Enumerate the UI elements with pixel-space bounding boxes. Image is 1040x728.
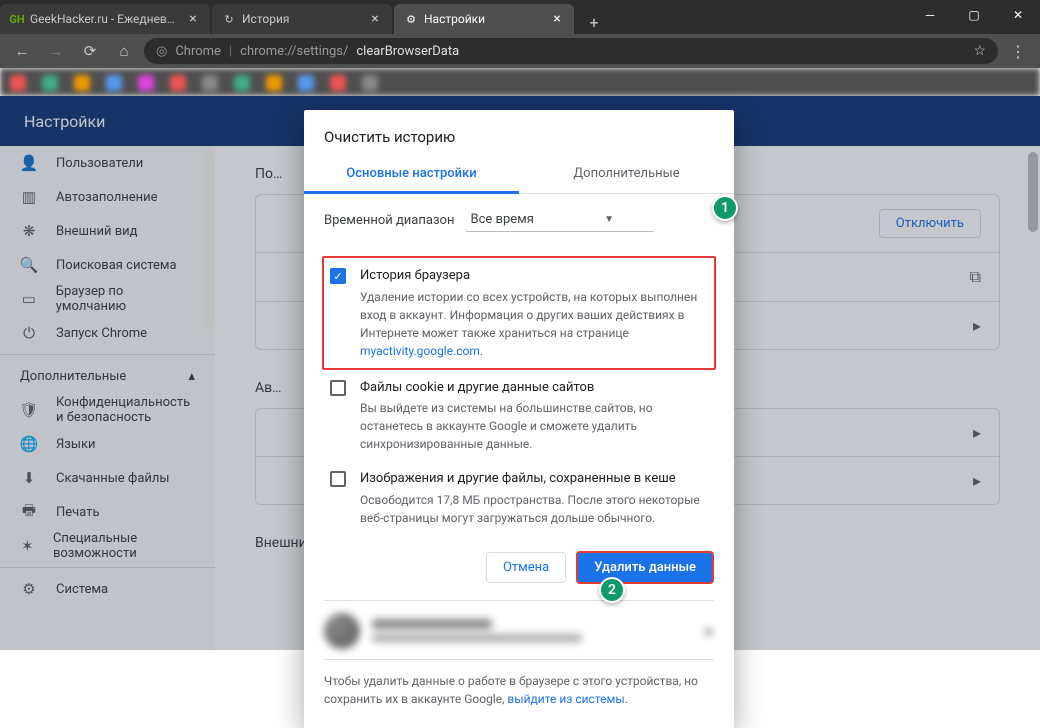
clear-data-button[interactable]: Удалить данные xyxy=(576,551,714,584)
tab-basic[interactable]: Основные настройки xyxy=(304,156,519,194)
browser-tab-2[interactable]: ⚙ Настройки × xyxy=(394,4,574,34)
avatar xyxy=(324,613,360,649)
bookmark-item[interactable] xyxy=(266,75,282,91)
separator: | xyxy=(229,44,232,59)
tab-label: Настройки xyxy=(424,12,544,26)
cancel-button[interactable]: Отмена xyxy=(486,552,566,583)
forward-button[interactable]: → xyxy=(42,37,70,65)
bookmark-item[interactable] xyxy=(298,75,314,91)
minimize-button[interactable]: ─ xyxy=(908,0,952,30)
option-text: История браузера Удаление истории со все… xyxy=(360,266,708,360)
tab-label: GeekHacker.ru - Ежедневный ж xyxy=(30,12,180,26)
omnibox[interactable]: ◎ Chrome | chrome://settings/clearBrowse… xyxy=(144,38,998,64)
chrome-icon: ◎ xyxy=(156,44,167,59)
options-block: ✓ История браузера Удаление истории со в… xyxy=(304,246,734,535)
new-tab-button[interactable]: + xyxy=(582,10,606,34)
window-titlebar: GH GeekHacker.ru - Ежедневный ж × ↻ Исто… xyxy=(0,0,1040,34)
bookmark-item[interactable] xyxy=(330,75,346,91)
option-title: Изображения и другие файлы, сохраненные … xyxy=(360,469,708,489)
option-browsing-history[interactable]: ✓ История браузера Удаление истории со в… xyxy=(322,256,716,370)
option-text: Изображения и другие файлы, сохраненные … xyxy=(360,469,708,527)
option-text: Файлы cookie и другие данные сайтов Вы в… xyxy=(360,378,708,454)
window-controls: ─ ▢ ✕ xyxy=(908,0,1040,30)
sidebar-scrollbar[interactable] xyxy=(205,150,214,330)
bookmark-star-icon[interactable]: ☆ xyxy=(973,43,986,59)
range-label: Временной диапазон xyxy=(324,213,454,228)
bookmark-item[interactable] xyxy=(202,75,218,91)
gear-icon: ⚙ xyxy=(404,12,418,26)
dialog-footer-text: Чтобы удалить данные о работе в браузере… xyxy=(304,660,734,712)
close-window-button[interactable]: ✕ xyxy=(996,0,1040,30)
annotation-callout-1: 1 xyxy=(712,195,738,221)
bookmark-item[interactable] xyxy=(42,75,58,91)
option-desc: Удаление истории со всех устройств, на к… xyxy=(360,290,697,340)
dialog-tabs: Основные настройки Дополнительные xyxy=(304,156,734,194)
bookmark-item[interactable] xyxy=(362,75,378,91)
checkbox-cache[interactable] xyxy=(330,471,346,487)
time-range-row: Временной диапазон Все время ▼ xyxy=(304,194,734,246)
chevron-right-icon: ▸ xyxy=(706,621,714,640)
option-title: История браузера xyxy=(360,266,708,286)
clear-data-dialog: Очистить историю Основные настройки Допо… xyxy=(304,110,734,728)
back-button[interactable]: ← xyxy=(8,37,36,65)
url-page: clearBrowserData xyxy=(356,44,459,59)
address-bar: ← → ⟳ ⌂ ◎ Chrome | chrome://settings/cle… xyxy=(0,34,1040,68)
bookmark-item[interactable] xyxy=(106,75,122,91)
reload-button[interactable]: ⟳ xyxy=(76,37,104,65)
account-row[interactable]: ▸ xyxy=(304,601,734,649)
time-range-select[interactable]: Все время ▼ xyxy=(466,208,654,232)
close-tab-icon[interactable]: × xyxy=(550,12,564,26)
bookmark-item[interactable] xyxy=(74,75,90,91)
myactivity-link[interactable]: myactivity.google.com xyxy=(360,344,480,358)
close-tab-icon[interactable]: × xyxy=(368,12,382,26)
checkbox-cookies[interactable] xyxy=(330,380,346,396)
bookmark-item[interactable] xyxy=(234,75,250,91)
dialog-title: Очистить историю xyxy=(304,110,734,156)
close-tab-icon[interactable]: × xyxy=(186,12,200,26)
dropdown-arrow-icon: ▼ xyxy=(604,214,614,225)
tab-label: История xyxy=(242,12,362,26)
browser-tab-1[interactable]: ↻ История × xyxy=(212,4,392,34)
bookmark-item[interactable] xyxy=(10,75,26,91)
secure-label: Chrome xyxy=(175,44,221,59)
url-prefix: chrome://settings/ xyxy=(240,44,348,59)
maximize-button[interactable]: ▢ xyxy=(952,0,996,30)
tab-advanced[interactable]: Дополнительные xyxy=(519,156,734,193)
select-value: Все время xyxy=(470,212,533,227)
bookmark-item[interactable] xyxy=(138,75,154,91)
bookmarks-bar xyxy=(0,68,1040,96)
option-desc: Вы выйдете из системы на большинстве сай… xyxy=(360,401,653,451)
tabs-row: GH GeekHacker.ru - Ежедневный ж × ↻ Исто… xyxy=(0,0,908,34)
favicon-icon: GH xyxy=(10,12,24,26)
signout-link[interactable]: выйдите из системы xyxy=(507,692,624,706)
home-button[interactable]: ⌂ xyxy=(110,37,138,65)
annotation-callout-2: 2 xyxy=(599,577,625,603)
account-lines xyxy=(372,619,694,642)
option-cookies[interactable]: Файлы cookie и другие данные сайтов Вы в… xyxy=(324,370,714,462)
option-desc: Освободится 17,8 МБ пространства. После … xyxy=(360,493,700,525)
history-icon: ↻ xyxy=(222,12,236,26)
option-title: Файлы cookie и другие данные сайтов xyxy=(360,378,708,398)
bookmark-item[interactable] xyxy=(170,75,186,91)
dialog-actions: Отмена Удалить данные xyxy=(304,535,734,590)
checkbox-history[interactable]: ✓ xyxy=(330,268,346,284)
option-cache[interactable]: Изображения и другие файлы, сохраненные … xyxy=(324,461,714,535)
browser-tab-0[interactable]: GH GeekHacker.ru - Ежедневный ж × xyxy=(0,4,210,34)
menu-button[interactable]: ⋮ xyxy=(1004,42,1032,61)
